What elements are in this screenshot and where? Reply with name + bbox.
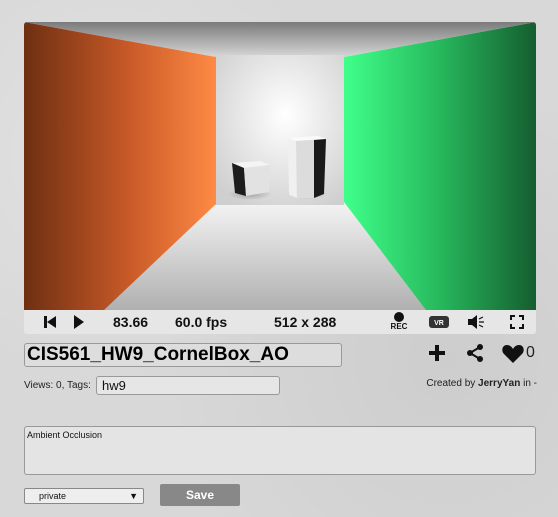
fps-display: 60.0 fps (175, 314, 228, 330)
shader-canvas[interactable] (24, 22, 536, 310)
created-by: Created by JerryYan in - (426, 378, 537, 389)
shader-title-input[interactable]: CIS561_HW9_CornelBox_AO (24, 343, 342, 367)
record-icon (394, 312, 404, 322)
svg-text:VR: VR (434, 320, 444, 327)
like-button[interactable]: 0 (502, 343, 535, 363)
record-label: REC (390, 322, 408, 331)
privacy-value: private (39, 491, 67, 501)
rewind-icon[interactable] (42, 310, 58, 334)
description-textarea[interactable]: Ambient Occlusion (24, 426, 536, 475)
heart-icon (502, 344, 524, 363)
privacy-select[interactable]: private ▼ (24, 488, 144, 504)
fullscreen-icon[interactable] (509, 310, 525, 334)
save-button[interactable]: Save (160, 484, 240, 506)
record-button[interactable]: REC (389, 310, 409, 334)
player-controls: 83.66 60.0 fps 512 x 288 REC VR (24, 310, 536, 334)
vr-icon[interactable]: VR (428, 310, 450, 334)
play-icon[interactable] (72, 310, 86, 334)
volume-icon[interactable] (467, 310, 487, 334)
like-count: 0 (526, 344, 535, 361)
time-display: 83.66 (113, 314, 149, 330)
author-link[interactable]: JerryYan (478, 378, 520, 389)
created-suffix: in - (523, 378, 537, 389)
share-icon[interactable] (466, 343, 484, 363)
add-icon[interactable] (428, 343, 446, 363)
views-tags-label: Views: 0, Tags: (24, 380, 91, 391)
chevron-down-icon: ▼ (129, 491, 138, 501)
resolution-display: 512 x 288 (274, 314, 337, 330)
cornell-box-render (24, 22, 536, 310)
created-by-prefix: Created by (426, 378, 476, 389)
tags-input[interactable]: hw9 (96, 376, 280, 395)
